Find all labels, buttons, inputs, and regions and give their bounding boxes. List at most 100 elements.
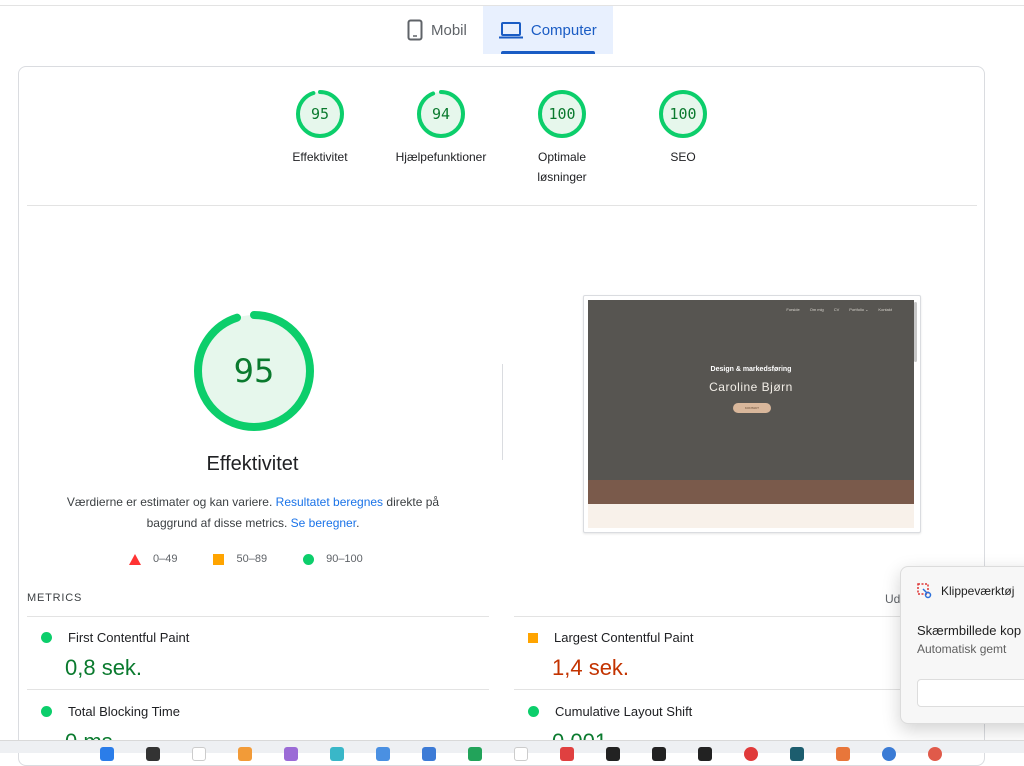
- note-text-3: .: [356, 516, 360, 530]
- gauge-best-practices[interactable]: 100 Optimale løsninger: [507, 89, 617, 187]
- gauge-seo-label: SEO: [670, 150, 696, 164]
- taskbar-app-icon[interactable]: [376, 747, 390, 761]
- scissors-icon: [917, 583, 932, 599]
- calculated-link[interactable]: Resultatet beregnes: [276, 495, 383, 509]
- gauge-seo-score: 100: [669, 105, 697, 123]
- tab-computer-label: Computer: [530, 21, 597, 39]
- legend-average-range: 50–89: [236, 553, 268, 565]
- taskbar-app-icon[interactable]: [744, 747, 758, 761]
- metric-fcp: First Contentful Paint 0,8 sek.: [37, 630, 189, 681]
- gauge-performance[interactable]: 95 Effektivitet: [265, 89, 375, 167]
- legend-poor-range: 0–49: [153, 553, 178, 565]
- taskbar-app-icon[interactable]: [330, 747, 344, 761]
- metric-fcp-value: 0,8 sek.: [65, 655, 143, 680]
- main-score-title: Effektivitet: [206, 453, 299, 475]
- taskbar-app-icon[interactable]: [606, 747, 620, 761]
- preview-nav-item: Kontakt: [878, 307, 892, 312]
- preview-brown-band: [588, 480, 914, 504]
- score-note: Værdierne er estimater og kan variere. R…: [59, 492, 447, 534]
- score-legend: 0–49 50–89 90–100: [129, 553, 363, 565]
- toast-subtitle: Automatisk gemt: [917, 642, 1007, 656]
- taskbar-app-icon[interactable]: [468, 747, 482, 761]
- preview-cream-band: [588, 504, 914, 528]
- main-performance-gauge: 95: [192, 309, 316, 433]
- preview-nav-item: Forside: [786, 307, 800, 312]
- taskbar-app-icon[interactable]: [652, 747, 666, 761]
- score-gauges: 95 Effektivitet 94 Hjælpefunktioner 100 …: [19, 89, 984, 189]
- metrics-divider: [27, 689, 489, 690]
- average-square-icon: [528, 632, 538, 643]
- preview-nav-item: Om mig: [809, 307, 824, 312]
- taskbar-app-icon[interactable]: [100, 747, 114, 761]
- tab-computer[interactable]: Computer: [482, 6, 613, 54]
- gauge-accessibility-score: 94: [431, 105, 451, 123]
- note-text-1: Værdierne er estimater og kan variere.: [66, 495, 276, 509]
- metric-lcp-value: 1,4 sek.: [552, 655, 630, 680]
- toast-app-name: Klippeværktøj: [941, 584, 1015, 598]
- calculator-link[interactable]: Se beregner: [291, 516, 356, 530]
- preview-scrollbar: [914, 302, 917, 362]
- toast-action-button[interactable]: [917, 679, 1024, 707]
- report-card: 95 Effektivitet 94 Hjælpefunktioner 100 …: [18, 66, 985, 766]
- snipping-tool-notification[interactable]: Klippeværktøj Skærmbillede kop Automatis…: [900, 566, 1024, 724]
- preview-button: KONTAKT: [733, 403, 771, 413]
- gauge-accessibility[interactable]: 94 Hjælpefunktioner: [386, 89, 496, 167]
- main-score: 95: [233, 352, 275, 390]
- metrics-divider: [27, 616, 489, 617]
- page-screenshot-preview[interactable]: Forside Om mig CV Portfolio ⌄ Kontakt De…: [583, 295, 921, 533]
- preview-nav-item: Portfolio ⌄: [849, 307, 869, 312]
- gauge-best-practices-label: Optimale løsninger: [507, 147, 617, 187]
- metric-fcp-name: First Contentful Paint: [68, 630, 190, 645]
- taskbar-app-icon[interactable]: [514, 747, 528, 761]
- laptop-icon: [498, 22, 523, 39]
- toast-header: Klippeværktøj: [917, 583, 1014, 599]
- preview-subtitle: Design & markedsføring: [710, 366, 792, 373]
- preview-nav: Forside Om mig CV Portfolio ⌄ Kontakt: [786, 307, 892, 312]
- preview-nav-item: CV: [833, 307, 840, 312]
- phone-icon: [407, 19, 423, 41]
- taskbar-app-icon[interactable]: [836, 747, 850, 761]
- good-circle-icon: [41, 632, 52, 643]
- taskbar-app-icon[interactable]: [238, 747, 252, 761]
- section-divider: [27, 205, 977, 206]
- gauge-best-practices-label-line2: løsninger: [537, 170, 587, 184]
- taskbar-app-icon[interactable]: [192, 747, 206, 761]
- gauge-performance-label: Effektivitet: [292, 150, 348, 164]
- preview-hero: Forside Om mig CV Portfolio ⌄ Kontakt De…: [588, 300, 914, 480]
- triangle-icon: [129, 553, 141, 565]
- gauge-best-practices-score: 100: [548, 105, 576, 123]
- gauge-best-practices-label-line1: Optimale: [537, 150, 587, 164]
- legend-good: 90–100: [303, 553, 363, 565]
- vertical-separator: [502, 364, 503, 460]
- taskbar-app-icon[interactable]: [882, 747, 896, 761]
- gauge-performance-score: 95: [310, 105, 330, 123]
- taskbar-app-icon[interactable]: [422, 747, 436, 761]
- square-icon: [213, 553, 225, 565]
- metric-lcp-name: Largest Contentful Paint: [554, 630, 694, 645]
- metric-cls-name: Cumulative Layout Shift: [555, 704, 693, 719]
- taskbar-app-icon[interactable]: [284, 747, 298, 761]
- gauge-accessibility-label: Hjælpefunktioner: [395, 150, 487, 164]
- metric-tbt-name: Total Blocking Time: [68, 704, 180, 719]
- toast-title: Skærmbillede kop: [917, 623, 1022, 638]
- metric-lcp: Largest Contentful Paint 1,4 sek.: [524, 630, 693, 681]
- taskbar-app-icon[interactable]: [560, 747, 574, 761]
- taskbar: [0, 740, 1024, 761]
- gauge-seo[interactable]: 100 SEO: [628, 89, 738, 167]
- taskbar-app-icon[interactable]: [146, 747, 160, 761]
- metrics-expand-toggle[interactable]: Ud: [885, 592, 900, 606]
- taskbar-app-icon[interactable]: [790, 747, 804, 761]
- metrics-heading: METRICS: [27, 592, 83, 604]
- good-circle-icon: [41, 706, 52, 717]
- taskbar-app-icon[interactable]: [698, 747, 712, 761]
- device-tabs: Mobil Computer: [391, 6, 613, 54]
- tab-mobile-label: Mobil: [431, 21, 467, 39]
- taskbar-app-icon[interactable]: [928, 747, 942, 761]
- good-circle-icon: [528, 706, 539, 717]
- tab-mobile[interactable]: Mobil: [391, 6, 483, 54]
- legend-average: 50–89: [213, 553, 267, 565]
- circle-icon: [303, 553, 315, 565]
- preview-name: Caroline Bjørn: [709, 380, 793, 394]
- legend-good-range: 90–100: [326, 553, 363, 565]
- legend-poor: 0–49: [129, 553, 177, 565]
